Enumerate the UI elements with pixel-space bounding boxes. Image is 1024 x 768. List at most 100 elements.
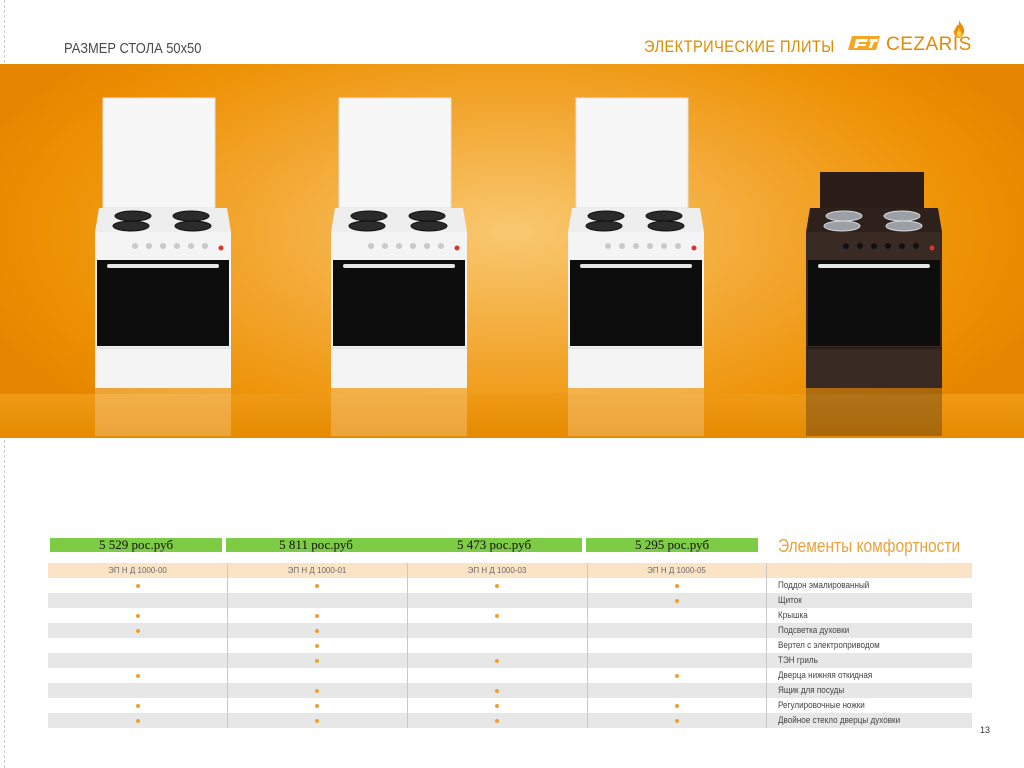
feature-cell xyxy=(48,713,227,728)
feature-cell xyxy=(587,653,766,668)
logo-mark-icon xyxy=(848,36,880,50)
feature-label: Крышка xyxy=(778,610,808,620)
knob-icon xyxy=(382,243,388,249)
feature-cell xyxy=(48,578,227,593)
model-header: ЭП Н Д 1000-05 xyxy=(647,566,706,575)
knob-icon xyxy=(174,243,180,249)
feature-cell xyxy=(48,668,227,683)
bullet-icon xyxy=(674,718,679,723)
bullet-icon xyxy=(315,718,319,723)
feature-label: ТЭН гриль xyxy=(778,655,818,665)
burner-icon xyxy=(825,210,863,222)
burner-icon xyxy=(645,210,683,222)
stoves-illustration xyxy=(95,97,942,436)
burner-icon xyxy=(408,210,446,222)
column-divider xyxy=(766,563,767,728)
table-row: Дверца нижняя откидная xyxy=(48,668,972,683)
stove-reflection xyxy=(806,388,942,436)
table-row: Регулировочные ножки xyxy=(48,698,972,713)
bullet-icon xyxy=(135,718,140,723)
bullet-icon xyxy=(674,598,679,603)
oven-door-glass xyxy=(570,260,702,346)
table-row: Щиток xyxy=(48,593,972,608)
model-header: ЭП Н Д 1000-00 xyxy=(108,566,167,575)
feature-cell xyxy=(407,623,587,638)
feature-label: Дверца нижняя откидная xyxy=(778,670,873,680)
comfort-features-table: ЭП Н Д 1000-00 ЭП Н Д 1000-01 ЭП Н Д 1000-… xyxy=(48,563,972,728)
burner-icon xyxy=(647,220,685,232)
feature-cell xyxy=(227,623,407,638)
bullet-icon xyxy=(495,583,499,588)
bullet-icon xyxy=(315,658,319,663)
stove-drawer xyxy=(568,348,704,388)
feature-cell xyxy=(407,593,587,608)
table-header-row: ЭП Н Д 1000-00 ЭП Н Д 1000-01 ЭП Н Д 1000-… xyxy=(48,563,972,578)
bullet-icon xyxy=(135,703,140,708)
stove-reflection xyxy=(331,388,467,436)
bullet-icon xyxy=(315,583,319,588)
knob-icon xyxy=(202,243,208,249)
bullet-icon xyxy=(315,688,319,693)
knob-icon xyxy=(899,243,905,249)
bullet-icon xyxy=(495,718,499,723)
price-badge: 5 473 рос.руб xyxy=(406,538,582,552)
feature-cell xyxy=(48,638,227,653)
bullet-icon xyxy=(315,613,319,618)
knob-icon xyxy=(675,243,681,249)
knob-icon xyxy=(410,243,416,249)
column-divider xyxy=(227,563,228,728)
page-number: 13 xyxy=(980,725,991,735)
bullet-icon xyxy=(495,658,499,663)
feature-cell xyxy=(587,608,766,623)
knob-icon xyxy=(396,243,402,249)
feature-label: Поддон эмалированный xyxy=(778,580,870,590)
model-header: ЭП Н Д 1000-01 xyxy=(287,566,347,575)
feature-cell xyxy=(407,608,587,623)
knob-icon xyxy=(160,243,166,249)
feature-cell xyxy=(407,668,587,683)
feature-cell xyxy=(48,683,227,698)
burner-icon xyxy=(114,210,152,222)
column-divider xyxy=(587,563,588,728)
bullet-icon xyxy=(674,673,679,678)
table-size-title: РАЗМЕР СТОЛА 50x50 xyxy=(64,40,202,57)
cezaris-logo: CEZARIS xyxy=(846,20,976,58)
bullet-icon xyxy=(674,703,679,708)
feature-cell xyxy=(227,638,407,653)
knob-icon xyxy=(424,243,430,249)
feature-cell xyxy=(407,698,587,713)
table-row: Крышка xyxy=(48,608,972,623)
bullet-icon xyxy=(135,673,140,678)
burner-icon xyxy=(172,210,210,222)
oven-door-glass xyxy=(808,260,940,346)
feature-cell xyxy=(48,653,227,668)
feature-cell xyxy=(407,683,587,698)
knob-icon xyxy=(605,243,611,249)
bullet-icon xyxy=(315,703,319,708)
knob-icon xyxy=(871,243,877,249)
brand-name: CEZARIS xyxy=(886,34,972,55)
knob-icon xyxy=(368,243,374,249)
stove-reflection xyxy=(568,388,704,436)
knob-icon xyxy=(647,243,653,249)
burner-icon xyxy=(823,220,861,232)
product-banner xyxy=(0,64,1024,438)
bullet-icon xyxy=(315,643,319,648)
feature-cell xyxy=(227,683,407,698)
table-row: Вертел с электроприводом xyxy=(48,638,972,653)
feature-cell xyxy=(227,713,407,728)
bullet-icon xyxy=(315,628,319,633)
knob-icon xyxy=(885,243,891,249)
table-row: ТЭН гриль xyxy=(48,653,972,668)
model-header: ЭП Н Д 1000-03 xyxy=(467,566,527,575)
feature-cell xyxy=(407,713,587,728)
knob-icon xyxy=(633,243,639,249)
feature-cell xyxy=(48,698,227,713)
bullet-icon xyxy=(495,688,499,693)
knob-icon xyxy=(146,243,152,249)
stove-reflection xyxy=(95,388,231,436)
feature-cell xyxy=(48,623,227,638)
feature-label: Двойное стекло дверцы духовки xyxy=(778,715,901,725)
price-badge: 5 295 рос.руб xyxy=(586,538,758,552)
indicator-light-icon xyxy=(218,245,224,251)
